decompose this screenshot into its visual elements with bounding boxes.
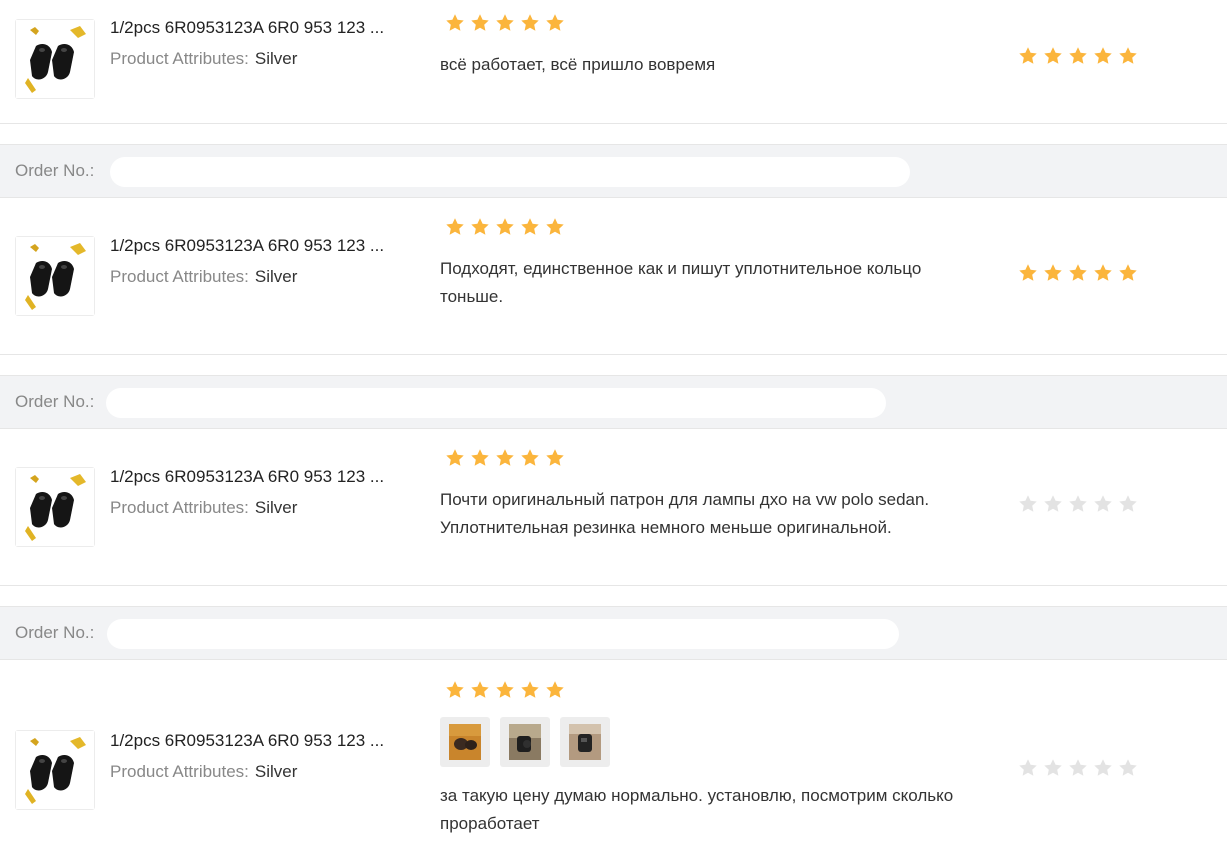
star-icon xyxy=(1094,264,1112,281)
product-rating-stars xyxy=(445,217,565,237)
product-thumbnail[interactable] xyxy=(15,467,95,547)
seller-rating-stars xyxy=(1018,494,1138,514)
star-icon xyxy=(496,681,514,698)
product-thumbnail[interactable] xyxy=(15,236,95,316)
star-icon xyxy=(1019,495,1037,512)
star-icon xyxy=(1019,47,1037,64)
order-number-redacted xyxy=(110,157,910,187)
product-attributes: Product Attributes: Silver xyxy=(110,498,297,518)
star-icon xyxy=(1019,264,1037,281)
order-number-redacted xyxy=(106,388,886,418)
star-icon xyxy=(446,218,464,235)
star-icon xyxy=(496,14,514,31)
star-icon xyxy=(1044,759,1062,776)
review-text: Подходят, единственное как и пишут уплот… xyxy=(440,259,922,306)
star-icon xyxy=(1044,47,1062,64)
review-text: за такую цену думаю нормально. установлю… xyxy=(440,786,954,833)
product-title[interactable]: 1/2pcs 6R0953123A 6R0 953 123 ... xyxy=(110,236,384,256)
star-icon xyxy=(471,449,489,466)
attr-label: Product Attributes: xyxy=(110,498,249,517)
star-icon xyxy=(546,449,564,466)
product-title[interactable]: 1/2pcs 6R0953123A 6R0 953 123 ... xyxy=(110,467,384,487)
star-icon xyxy=(1069,495,1087,512)
product-thumbnail[interactable] xyxy=(15,730,95,810)
order-header: Order No.: xyxy=(0,375,1227,429)
order-number-label: Order No.: xyxy=(15,161,95,180)
star-icon xyxy=(546,14,564,31)
star-icon xyxy=(496,449,514,466)
star-icon xyxy=(1119,759,1137,776)
star-icon xyxy=(521,681,539,698)
attr-value: Silver xyxy=(254,762,298,781)
review-photo[interactable] xyxy=(500,717,550,767)
star-icon xyxy=(1094,759,1112,776)
review-row: 1/2pcs 6R0953123A 6R0 953 123 ... Produc… xyxy=(0,429,1227,586)
product-thumbnail[interactable] xyxy=(15,19,95,99)
review-row: 1/2pcs 6R0953123A 6R0 953 123 ... Produc… xyxy=(0,0,1227,124)
star-icon xyxy=(496,218,514,235)
review-photo[interactable] xyxy=(560,717,610,767)
seller-rating-stars xyxy=(1018,263,1138,283)
photo-image xyxy=(509,724,541,760)
order-number-redacted xyxy=(107,619,899,649)
product-attributes: Product Attributes: Silver xyxy=(110,762,297,782)
attr-label: Product Attributes: xyxy=(110,762,249,781)
star-icon xyxy=(1119,47,1137,64)
order-number-label: Order No.: xyxy=(15,392,95,411)
star-icon xyxy=(1044,264,1062,281)
seller-rating-stars xyxy=(1018,758,1138,778)
review-photos xyxy=(440,717,610,767)
star-icon xyxy=(1094,47,1112,64)
product-rating-stars xyxy=(445,680,565,700)
product-image xyxy=(16,20,94,98)
product-title[interactable]: 1/2pcs 6R0953123A 6R0 953 123 ... xyxy=(110,18,384,38)
star-icon xyxy=(471,681,489,698)
product-image xyxy=(16,468,94,546)
star-icon xyxy=(546,218,564,235)
star-icon xyxy=(1069,264,1087,281)
review-row: 1/2pcs 6R0953123A 6R0 953 123 ... Produc… xyxy=(0,660,1227,851)
product-attributes: Product Attributes: Silver xyxy=(110,49,297,69)
star-icon xyxy=(446,449,464,466)
product-attributes: Product Attributes: Silver xyxy=(110,267,297,287)
seller-rating-stars xyxy=(1018,46,1138,66)
attr-value: Silver xyxy=(254,498,298,517)
star-icon xyxy=(1069,47,1087,64)
star-icon xyxy=(471,14,489,31)
star-icon xyxy=(1019,759,1037,776)
review-text: всё работает, всё пришло вовремя xyxy=(440,55,716,74)
star-icon xyxy=(471,218,489,235)
attr-label: Product Attributes: xyxy=(110,267,249,286)
star-icon xyxy=(1119,495,1137,512)
star-icon xyxy=(1044,495,1062,512)
attr-value: Silver xyxy=(254,49,298,68)
star-icon xyxy=(521,449,539,466)
star-icon xyxy=(446,14,464,31)
star-icon xyxy=(1119,264,1137,281)
order-header: Order No.: xyxy=(0,144,1227,198)
star-icon xyxy=(546,681,564,698)
order-number-label: Order No.: xyxy=(15,623,95,642)
star-icon xyxy=(446,681,464,698)
review-photo[interactable] xyxy=(440,717,490,767)
attr-value: Silver xyxy=(254,267,298,286)
photo-image xyxy=(449,724,481,760)
product-rating-stars xyxy=(445,448,565,468)
product-image xyxy=(16,237,94,315)
order-header: Order No.: xyxy=(0,606,1227,660)
star-icon xyxy=(521,218,539,235)
product-rating-stars xyxy=(445,13,565,33)
product-title[interactable]: 1/2pcs 6R0953123A 6R0 953 123 ... xyxy=(110,731,384,751)
photo-image xyxy=(569,724,601,760)
star-icon xyxy=(1094,495,1112,512)
review-text: Почти оригинальный патрон для лампы дхо … xyxy=(440,490,930,537)
product-image xyxy=(16,731,94,809)
star-icon xyxy=(1069,759,1087,776)
star-icon xyxy=(521,14,539,31)
review-row: 1/2pcs 6R0953123A 6R0 953 123 ... Produc… xyxy=(0,198,1227,355)
attr-label: Product Attributes: xyxy=(110,49,249,68)
